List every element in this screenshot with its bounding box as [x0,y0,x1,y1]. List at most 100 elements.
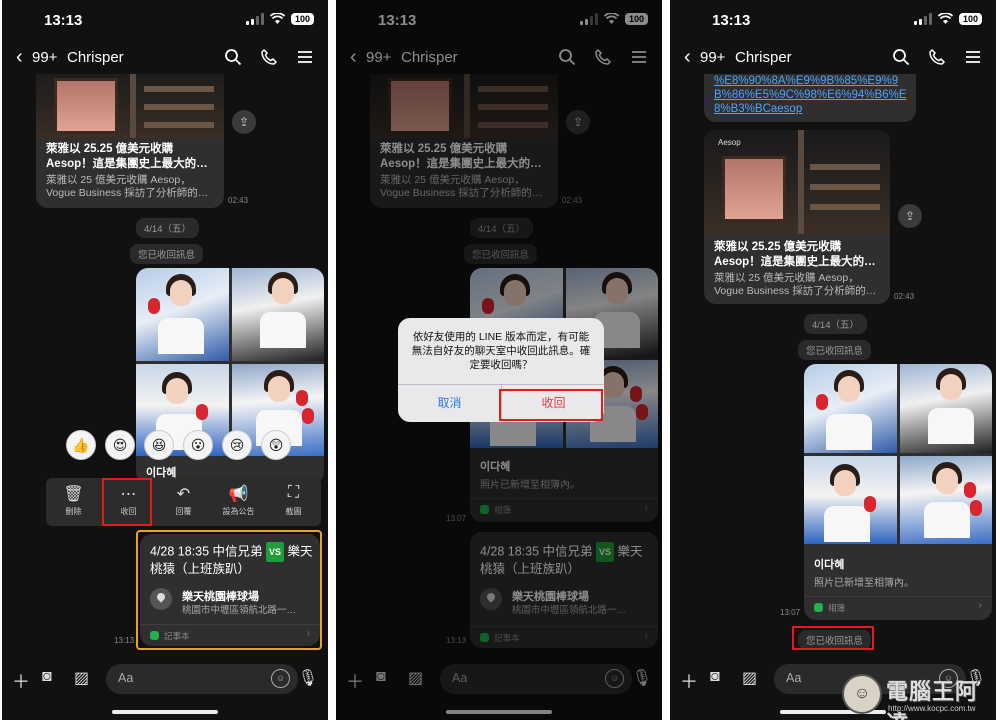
recall-highlight [102,478,152,526]
link-preview-card[interactable]: 萊雅以 25.25 億美元收購 Aesop！這是集團史上最大的… 萊雅以 25 … [36,74,224,208]
camera-icon[interactable]: ◙ [710,668,720,686]
plus-icon[interactable]: ＋ [680,668,698,694]
reaction-laugh-icon[interactable]: 😆 [144,430,174,460]
status-time: 13:13 [44,12,83,29]
message-time: 02:43 [894,292,915,301]
phone-icon[interactable] [928,48,946,66]
phone-screen-menu: 13:13 100 ‹ 99+ Chrisper 萊雅以 25.25 億美元收購… [2,0,328,720]
plus-icon[interactable]: ＋ [12,668,30,694]
link-title-line1: 萊雅以 25.25 億美元收購 [46,143,174,155]
link-preview-image [36,74,224,138]
link-title-line1: 萊雅以 25.25 億美元收購 [714,241,842,253]
signal-icon [245,13,264,25]
album-footer-label: 相簿 [828,603,846,613]
trash-icon: 🗑 [63,486,84,503]
chat-name[interactable]: Chrisper [735,49,792,66]
input-placeholder: Aa [118,671,134,685]
url-link[interactable]: %E8%90%8A%E9%9B%85%E9%9B%86%E5%9C%98%E6%… [714,74,910,116]
image-icon[interactable]: ▨ [74,668,89,688]
reaction-shocked-icon[interactable]: 😲 [261,430,291,460]
message-action-bar: 🗑 刪除 ⋯ 收回 ↶ 回覆 📢 設為公告 ⛶ 截圖 [46,478,321,526]
unread-count[interactable]: 99+ [700,49,725,66]
link-desc-line2: Vogue Business 採訪了分析師的… [46,187,209,199]
album-footer[interactable]: 相簿 › [804,596,992,618]
back-icon[interactable]: ‹ [16,46,23,69]
recalled-notice: 您已收回訊息 [130,244,204,264]
recalled-notice: 您已收回訊息 [798,340,872,360]
screenshot-button[interactable]: ⛶ 截圖 [266,478,321,526]
battery-icon: 100 [290,13,314,25]
chat-name[interactable]: Chrisper [67,49,124,66]
announce-icon: 📢 [228,486,249,503]
status-bar: 13:13 100 [670,0,996,40]
unread-count[interactable]: 99+ [32,49,57,66]
emoji-icon[interactable]: ☺ [271,669,290,688]
delete-label: 刪除 [65,507,82,516]
link-desc-line1: 萊雅以 25 億美元收購 Aesop， [46,174,191,186]
album-card[interactable]: 이다혜 照片已新增至相簿內。 相簿 › [804,364,992,620]
phone-screen-dialog: 13:13 100 ‹ 99+ Chrisper 萊雅以 25.25 億美元收購… [336,0,662,720]
wifi-icon [937,13,953,24]
chat-header: ‹ 99+ Chrisper [670,44,996,72]
mascot-icon: ☺ [842,674,882,714]
aesop-logo: Aesop [718,138,741,147]
chat-header: ‹ 99+ Chrisper [2,44,328,72]
reply-label: 回覆 [175,507,192,516]
message-time: 13:13 [114,636,135,645]
reply-icon: ↶ [176,486,191,503]
delete-button[interactable]: 🗑 刪除 [46,478,101,526]
wifi-icon [269,13,285,24]
reaction-bar: 👍 😍 😆 😮 😢 😲 [66,430,291,460]
input-placeholder: Aa [786,671,802,685]
album-name: 이다혜 [814,559,845,571]
album-photo-grid [804,364,992,544]
search-icon[interactable] [892,48,910,66]
reaction-sad-icon[interactable]: 😢 [222,430,252,460]
cancel-button[interactable]: 取消 [398,384,501,422]
status-time: 13:13 [712,12,751,29]
home-indicator [112,710,218,714]
message-input[interactable]: Aa ☺ [106,664,298,694]
dialog-message: 依好友使用的 LINE 版本而定，有可能無法自好友的聊天室中收回此訊息。確定要收… [411,331,591,371]
mic-icon[interactable]: 🎙 [298,668,318,688]
menu-icon[interactable] [296,48,314,66]
status-bar: 13:13 100 [2,0,328,40]
message-time: 02:43 [228,196,249,205]
link-title-line2: Aesop！這是集團史上最大的… [46,158,208,170]
album-photo-grid [136,268,324,456]
link-preview-card[interactable]: Aesop 萊雅以 25.25 億美元收購 Aesop！這是集團史上最大的… 萊… [704,130,890,304]
message-time: 13:07 [780,608,801,617]
watermark: ☺ 電腦王阿達 http://www.kocpc.com.tw [842,672,992,720]
menu-icon[interactable] [964,48,982,66]
announce-button[interactable]: 📢 設為公告 [211,478,266,526]
back-icon[interactable]: ‹ [684,46,691,69]
battery-icon: 100 [958,13,982,25]
reaction-surprised-icon[interactable]: 😮 [183,430,213,460]
url-message-bubble[interactable]: %E8%90%8A%E9%9B%85%E9%9B%86%E5%9C%98%E6%… [704,74,916,122]
album-icon [814,603,823,612]
signal-icon [913,13,932,25]
reply-button[interactable]: ↶ 回覆 [156,478,211,526]
image-icon[interactable]: ▨ [742,668,757,688]
watermark-text: 電腦王阿達 [886,679,979,720]
date-separator: 4/14（五） [136,218,199,238]
link-desc-line1: 萊雅以 25 億美元收購 Aesop， [714,272,859,284]
search-icon[interactable] [224,48,242,66]
share-icon[interactable]: ⇪ [898,204,922,228]
link-title-line2: Aesop！這是集團史上最大的… [714,256,876,268]
chat-area: 萊雅以 25.25 億美元收購 Aesop！這是集團史上最大的… 萊雅以 25 … [2,74,328,662]
composer: ＋ ◙ ▨ Aa ☺ 🎙 [2,662,328,698]
reaction-love-icon[interactable]: 😍 [105,430,135,460]
phone-screen-result: 13:13 100 ‹ 99+ Chrisper %E8%90%8A%E9%9B… [670,0,996,720]
link-desc-line2: Vogue Business 採訪了分析師的… [714,285,877,297]
screenshot-icon: ⛶ [287,484,300,501]
announce-label: 設為公告 [222,507,255,516]
watermark-url: http://www.kocpc.com.tw [888,704,976,713]
event-highlight [136,530,322,650]
recalled-highlight [792,626,874,650]
share-icon[interactable]: ⇪ [232,110,256,134]
camera-icon[interactable]: ◙ [42,668,52,686]
phone-icon[interactable] [260,48,278,66]
reaction-thumbs-icon[interactable]: 👍 [66,430,96,460]
chevron-right-icon: › [978,600,982,611]
